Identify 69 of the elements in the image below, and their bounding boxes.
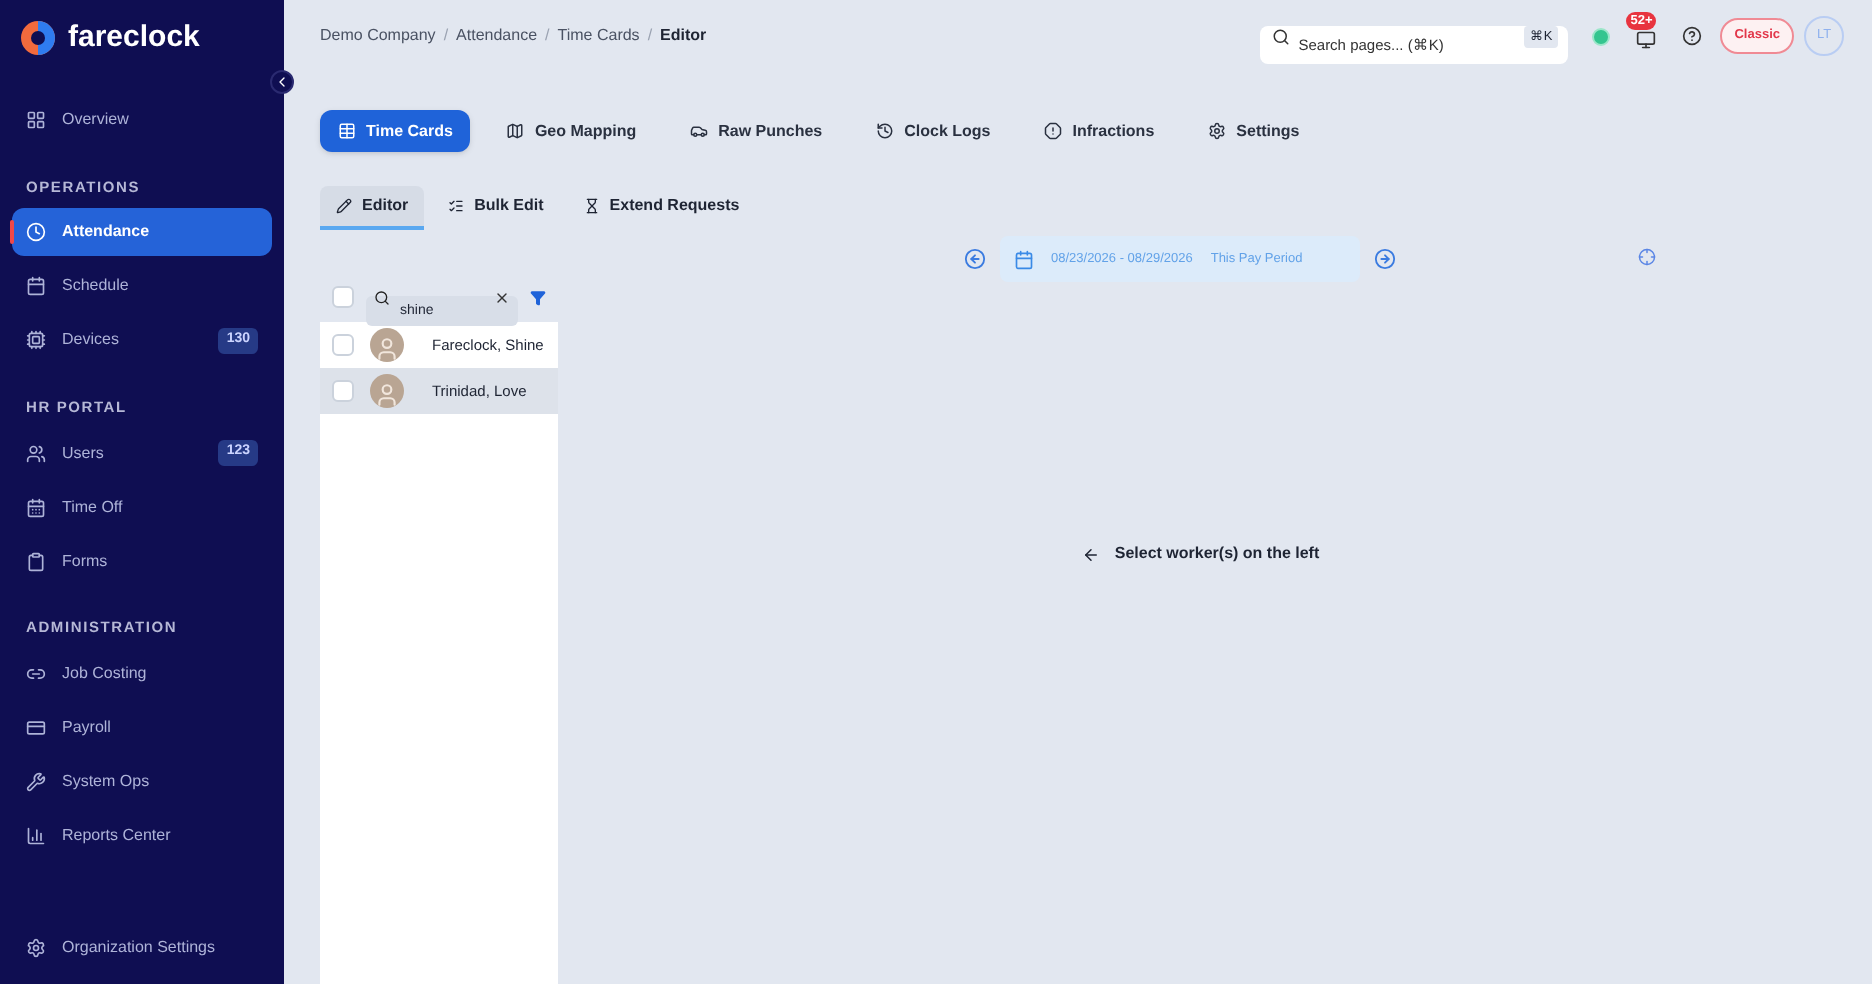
hourglass-icon bbox=[583, 198, 600, 214]
calendar-icon bbox=[26, 276, 46, 297]
tab[interactable]: Raw Punches bbox=[672, 110, 841, 152]
settings-icon bbox=[1208, 122, 1227, 140]
settings-icon bbox=[26, 938, 46, 958]
tab[interactable]: Infractions bbox=[1026, 110, 1173, 152]
tab[interactable]: Settings bbox=[1190, 110, 1318, 152]
sidebar-item[interactable]: Forms bbox=[12, 537, 272, 585]
avatar bbox=[370, 374, 404, 408]
card-icon bbox=[26, 717, 46, 738]
logo-icon bbox=[20, 20, 56, 57]
sidebar-item[interactable]: Payroll bbox=[12, 703, 272, 752]
car-icon bbox=[690, 122, 709, 140]
sidebar-item[interactable]: System Ops bbox=[12, 757, 272, 806]
empty-message: Select worker(s) on the left bbox=[1114, 542, 1320, 566]
subtab[interactable]: Editor bbox=[320, 186, 425, 230]
tab[interactable]: Clock Logs bbox=[858, 110, 1009, 152]
breadcrumb-link[interactable]: Attendance bbox=[456, 24, 538, 48]
breadcrumb-link[interactable]: Demo Company bbox=[320, 24, 436, 48]
users-icon bbox=[26, 443, 46, 463]
table-icon bbox=[338, 122, 356, 140]
previous-period-icon[interactable] bbox=[963, 248, 985, 270]
map-icon bbox=[506, 122, 525, 140]
search-icon bbox=[374, 289, 390, 305]
breadcrumb-separator: / bbox=[443, 24, 449, 48]
locate-icon[interactable] bbox=[1638, 248, 1656, 266]
filter-icon[interactable] bbox=[530, 289, 546, 305]
checkbox[interactable] bbox=[332, 380, 354, 402]
pencil-icon bbox=[336, 198, 352, 214]
breadcrumb-separator: / bbox=[647, 24, 653, 48]
sidebar-item[interactable]: Reports Center bbox=[12, 811, 272, 860]
status-icon bbox=[1592, 27, 1611, 45]
search-icon bbox=[1272, 27, 1291, 45]
checkbox[interactable] bbox=[332, 334, 354, 356]
alert-icon bbox=[1044, 122, 1063, 140]
avatar bbox=[370, 328, 404, 362]
clock-icon bbox=[26, 222, 46, 243]
link-icon bbox=[26, 663, 46, 684]
checkbox[interactable] bbox=[332, 286, 354, 308]
breadcrumb-link[interactable]: Time Cards bbox=[557, 24, 640, 48]
history-icon bbox=[876, 122, 895, 140]
subtab[interactable]: Bulk Edit bbox=[432, 186, 560, 230]
grid-icon bbox=[26, 110, 46, 130]
tab[interactable]: Time Cards bbox=[320, 110, 471, 152]
sidebar-item[interactable]: Schedule bbox=[12, 262, 272, 311]
monitor-icon[interactable] bbox=[1636, 30, 1657, 50]
sidebar-item[interactable]: Attendance bbox=[12, 208, 272, 257]
arrow-left-icon bbox=[1082, 545, 1101, 563]
help-icon[interactable] bbox=[1682, 26, 1703, 46]
sidebar-item[interactable]: Job Costing bbox=[12, 649, 272, 698]
tab[interactable]: Geo Mapping bbox=[488, 110, 655, 152]
sidebar-item[interactable]: Overview bbox=[12, 96, 272, 144]
breadcrumb-separator: / bbox=[545, 24, 550, 48]
collapse-button[interactable] bbox=[270, 70, 294, 94]
subtab[interactable]: Extend Requests bbox=[567, 186, 756, 230]
calendar-icon bbox=[26, 497, 46, 517]
organization-settings-link[interactable]: Organization Settings bbox=[0, 936, 284, 984]
bar-chart-icon bbox=[26, 825, 46, 846]
chevron-left-icon bbox=[274, 74, 290, 90]
chip-icon bbox=[26, 330, 46, 351]
clipboard-icon bbox=[26, 551, 46, 571]
list-icon bbox=[448, 198, 465, 214]
calendar-icon bbox=[1013, 249, 1033, 269]
sidebar-item[interactable]: Time Off bbox=[12, 483, 272, 531]
brand-name: fareclock bbox=[68, 18, 200, 58]
breadcrumb-link[interactable]: Editor bbox=[660, 24, 707, 48]
wrench-icon bbox=[26, 771, 46, 792]
next-period-icon[interactable] bbox=[1373, 248, 1395, 270]
clear-icon[interactable] bbox=[494, 289, 510, 305]
